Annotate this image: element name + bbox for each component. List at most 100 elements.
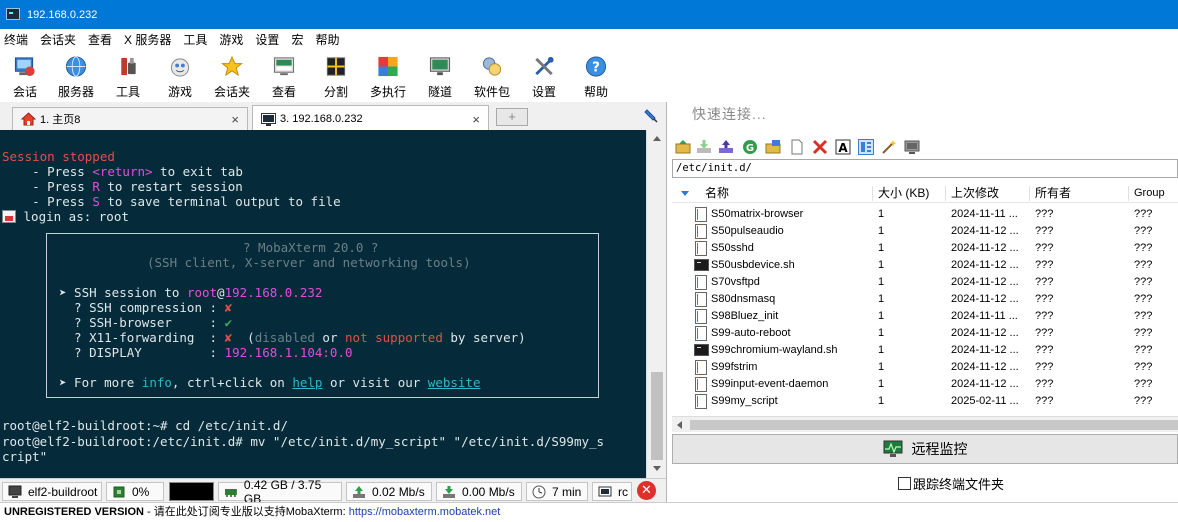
menu-settings[interactable]: 设置 (249, 31, 285, 49)
menu-terminal[interactable]: 终端 (0, 31, 34, 49)
website-link[interactable]: website (428, 375, 481, 390)
terminal-command: cript" (2, 449, 48, 464)
file-row[interactable]: S99input-event-daemon 1 2024-11-12 ...????… (672, 376, 1178, 393)
open-folder-icon[interactable] (765, 139, 781, 155)
servers-button[interactable]: 服务器 (51, 52, 101, 100)
help-button[interactable]: ? 帮助 (571, 52, 621, 100)
terminal-view[interactable]: Session stopped - Press <return> to exit… (0, 130, 646, 478)
column-modified[interactable]: 上次修改 (945, 186, 1029, 201)
file-row[interactable]: S99-auto-reboot 1 2024-11-12 ...?????? (672, 325, 1178, 342)
wand-icon[interactable] (881, 139, 897, 155)
menu-macros[interactable]: 宏 (285, 31, 309, 49)
file-icon (695, 309, 707, 324)
tab-session[interactable]: 3. 192.168.0.232 × (252, 105, 489, 132)
terminal-folder-icon[interactable] (904, 139, 920, 155)
menu-games[interactable]: 游戏 (213, 31, 249, 49)
refresh-icon[interactable]: G (742, 139, 758, 155)
settings-button[interactable]: 设置 (519, 52, 569, 100)
computer-icon (8, 485, 22, 498)
new-tab-button[interactable]: + (496, 108, 528, 126)
terminal-line: - Press <return> to exit tab (2, 164, 243, 179)
file-list-header: 名称 大小 (KB) 上次修改 所有者 Group (672, 184, 1178, 203)
split-button[interactable]: 分割 (311, 52, 361, 100)
mobaxterm-app-icon (6, 8, 20, 20)
menu-sessions[interactable]: 会话夹 (34, 31, 82, 49)
file-row[interactable]: S70vsftpd 1 2024-11-12 ...?????? (672, 274, 1178, 291)
menu-tools[interactable]: 工具 (177, 31, 213, 49)
terminal-command: root@elf2-buildroot:/etc/init.d# mv "/et… (2, 434, 605, 449)
svg-text:A: A (838, 141, 848, 155)
scroll-thumb[interactable] (651, 372, 663, 460)
tab-close-icon[interactable]: × (472, 112, 480, 127)
session-button[interactable]: 会话 (0, 52, 50, 100)
checkbox-box[interactable] (898, 477, 911, 490)
games-button[interactable]: 游戏 (155, 52, 205, 100)
details-view-icon[interactable] (858, 139, 874, 155)
home-icon (21, 112, 36, 126)
view-button[interactable]: 查看 (259, 52, 309, 100)
subscribe-link[interactable]: https://mobaxterm.mobatek.net (349, 506, 501, 518)
cpu-icon (113, 486, 125, 497)
tunneling-button[interactable]: 隧道 (415, 52, 465, 100)
scroll-down-icon[interactable] (653, 466, 661, 471)
file-row[interactable]: S80dnsmasq 1 2024-11-12 ...?????? (672, 291, 1178, 308)
pin-sidebar-icon[interactable] (644, 108, 658, 124)
help-link[interactable]: help (292, 375, 322, 390)
follow-terminal-folder-checkbox[interactable]: 跟踪终端文件夹 (898, 474, 1004, 493)
terminal-scrollbar[interactable] (646, 130, 666, 478)
file-list-hscrollbar[interactable] (672, 416, 1178, 432)
file-row[interactable]: S50matrix-browser 1 2024-11-11 ...?????? (672, 206, 1178, 223)
column-name[interactable]: 名称 (700, 186, 872, 201)
banner-title: ? MobaXterm 20.0 ? (243, 240, 379, 255)
svg-text:?: ? (592, 60, 600, 75)
file-list: 名称 大小 (KB) 上次修改 所有者 Group S50matrix-brow… (672, 184, 1178, 416)
download-file-icon[interactable] (696, 139, 712, 155)
menu-view[interactable]: 查看 (82, 31, 118, 49)
remote-path-field[interactable]: /etc/init.d/ (672, 159, 1178, 178)
file-row[interactable]: S99chromium-wayland.sh 1 2024-11-12 ...???… (672, 342, 1178, 359)
file-icon (695, 377, 707, 392)
banner-display-line: ? DISPLAY : 192.168.1.104:0.0 (59, 345, 353, 360)
column-owner[interactable]: 所有者 (1029, 186, 1128, 201)
packages-icon (482, 57, 502, 76)
tools-button[interactable]: 工具 (103, 52, 153, 100)
packages-button[interactable]: 软件包 (467, 52, 517, 100)
terminal-icon (261, 112, 276, 126)
download-icon (443, 485, 455, 498)
parent-folder-icon[interactable] (675, 139, 691, 155)
scroll-thumb[interactable] (690, 420, 1178, 430)
user-session-icon (598, 486, 612, 496)
file-row[interactable]: S50pulseaudio 1 2024-11-12 ...?????? (672, 223, 1178, 240)
scroll-left-icon[interactable] (677, 421, 682, 429)
tab-close-icon[interactable]: × (231, 112, 239, 127)
close-session-icon[interactable]: ✕ (637, 481, 656, 500)
file-row[interactable]: S50sshd 1 2024-11-12 ...?????? (672, 240, 1178, 257)
file-row[interactable]: S50usbdevice.sh 1 2024-11-12 ...?????? (672, 257, 1178, 274)
banner-ssh-line: ➤ SSH session to root@192.168.0.232 (59, 285, 323, 300)
multiexec-icon (378, 56, 398, 77)
multiexec-button[interactable]: 多执行 (363, 52, 413, 100)
status-host: elf2-buildroot (2, 482, 102, 501)
status-cpu: 0% (106, 482, 164, 501)
rename-icon[interactable]: A (835, 139, 851, 155)
upload-icon (353, 485, 365, 498)
menu-xserver[interactable]: X 服务器 (118, 31, 177, 49)
mobaxterm-window: 192.168.0.232 终端 会话夹 查看 X 服务器 工具 游戏 设置 宏… (0, 0, 1178, 522)
column-size[interactable]: 大小 (KB) (872, 186, 945, 201)
banner-compression-line: ? SSH compression : ✘ (59, 300, 233, 315)
new-file-icon[interactable] (789, 139, 805, 155)
window-title: 192.168.0.232 (27, 9, 98, 21)
column-group[interactable]: Group (1128, 186, 1178, 201)
menu-help[interactable]: 帮助 (309, 31, 345, 49)
remote-monitoring-button[interactable]: 远程监控 (672, 434, 1178, 464)
tab-home[interactable]: 1. 主页8 × (12, 107, 248, 130)
upload-file-icon[interactable] (718, 139, 734, 155)
quick-connect-input[interactable]: 快速连接... (670, 104, 1178, 126)
file-row[interactable]: S98Bluez_init 1 2024-11-11 ...?????? (672, 308, 1178, 325)
sessions-favorites-button[interactable]: 会话夹 (207, 52, 257, 100)
file-row[interactable]: S99my_script 1 2025-02-11 ...?????? (672, 393, 1178, 410)
scroll-up-icon[interactable] (653, 136, 661, 141)
file-row[interactable]: S99fstrim 1 2024-11-12 ...?????? (672, 359, 1178, 376)
unregistered-banner: UNREGISTERED VERSION - 请在此处订阅专业版以支持MobaX… (0, 502, 1178, 522)
delete-icon[interactable] (812, 139, 828, 155)
